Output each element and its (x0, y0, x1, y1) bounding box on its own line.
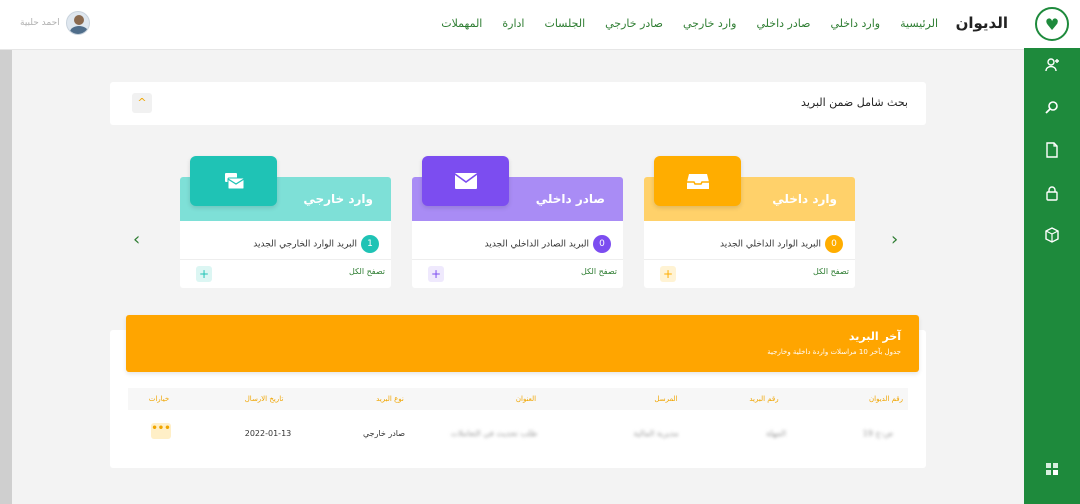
card-line-text: البريد الوارد الداخلي الجديد (720, 239, 821, 250)
cell-type: صادر خارجي (362, 429, 406, 438)
view-all-link[interactable]: تصفح الكل (581, 267, 617, 276)
card-internal-incoming: وارد داخلي البريد الوارد الداخلي الجديد 0… (644, 156, 855, 288)
grid-icon[interactable] (1044, 462, 1060, 478)
carousel-next-arrow[interactable]: › (891, 229, 898, 250)
card-line-text: البريد الصادر الداخلي الجديد (484, 239, 589, 250)
latest-mail-subtitle: جدول بآخر 10 مراسلات واردة داخلية وخارجي… (767, 348, 901, 356)
table-row[interactable]: ص-ج 19 المهلة مديرية المالية طلب تحديث ف… (128, 423, 908, 447)
card-divider (180, 259, 391, 260)
add-button[interactable]: + (428, 266, 444, 282)
card-divider (412, 259, 623, 260)
col-options: خيارات (148, 395, 170, 403)
inbox-icon (654, 156, 741, 206)
right-sidebar: ♥ (1024, 0, 1080, 504)
nav-admin[interactable]: ادارة (502, 17, 524, 30)
box-icon[interactable] (1044, 227, 1060, 243)
user-menu[interactable]: احمد حلبية (20, 11, 90, 35)
col-date: تاريخ الارسال (244, 395, 284, 403)
col-mail-no: رقم البريد (749, 395, 779, 403)
count-badge: 1 (361, 235, 379, 253)
count-badge: 0 (825, 235, 843, 253)
nav-internal-outgoing[interactable]: صادر داخلي (757, 17, 811, 30)
add-user-icon[interactable] (1044, 57, 1060, 73)
card-line-text: البريد الوارد الخارجي الجديد (253, 239, 357, 250)
main-nav: الرئيسية وارد داخلي صادر داخلي وارد خارج… (441, 17, 938, 30)
card-title: وارد خارجي (303, 192, 373, 206)
card-divider (644, 259, 855, 260)
nav-home[interactable]: الرئيسية (900, 17, 938, 30)
user-name: احمد حلبية (20, 18, 60, 28)
col-diwan-no: رقم الديوان (868, 395, 904, 403)
card-external-incoming: وارد خارجي البريد الوارد الخارجي الجديد 1… (180, 156, 391, 288)
view-all-link[interactable]: تصفح الكل (349, 267, 385, 276)
col-sender: المرسل (654, 395, 678, 403)
nav-sessions[interactable]: الجلسات (544, 17, 585, 30)
envelope-icon (422, 156, 509, 206)
nav-internal-incoming[interactable]: وارد داخلي (830, 17, 880, 30)
card-internal-outgoing: صادر داخلي البريد الصادر الداخلي الجديد 0… (412, 156, 623, 288)
search-panel: بحث شامل ضمن البريد ^ (110, 82, 926, 125)
search-panel-title: بحث شامل ضمن البريد (801, 96, 908, 109)
cell-date: 2022-01-13 (244, 429, 292, 438)
card-title: وارد داخلي (772, 192, 837, 206)
card-line: البريد الصادر الداخلي الجديد 0 (485, 235, 611, 253)
cell-sender: مديرية المالية (633, 429, 679, 438)
nav-external-incoming[interactable]: وارد خارجي (683, 17, 737, 30)
document-icon[interactable] (1044, 142, 1060, 158)
nav-external-outgoing[interactable]: صادر خارجي (605, 17, 663, 30)
mail-table-header: رقم الديوان رقم البريد المرسل العنوان نو… (128, 388, 908, 410)
cell-subject: طلب تحديث في التعاملات (450, 429, 538, 438)
card-line: البريد الوارد الداخلي الجديد 0 (720, 235, 843, 253)
avatar[interactable] (65, 11, 90, 35)
logo-box: ♥ (1024, 0, 1080, 48)
top-navbar: الديوان الرئيسية وارد داخلي صادر داخلي و… (0, 0, 1024, 50)
search-key-icon[interactable] (1044, 99, 1060, 115)
page-left-strip (0, 50, 12, 504)
app-logo: ♥ (1035, 7, 1069, 41)
add-button[interactable]: + (196, 266, 212, 282)
row-options-button[interactable]: ••• (151, 423, 171, 439)
add-button[interactable]: + (660, 266, 676, 282)
card-line: البريد الوارد الخارجي الجديد 1 (253, 235, 379, 253)
carousel-prev-arrow[interactable]: ‹ (133, 229, 140, 250)
count-badge: 0 (593, 235, 611, 253)
latest-mail-title: آخر البريد (848, 330, 901, 343)
lock-icon[interactable] (1044, 185, 1060, 201)
brand-title[interactable]: الديوان (956, 14, 1008, 32)
latest-mail-banner: آخر البريد جدول بآخر 10 مراسلات واردة دا… (126, 315, 919, 372)
col-subject: العنوان (515, 395, 537, 403)
view-all-link[interactable]: تصفح الكل (813, 267, 849, 276)
card-title: صادر داخلي (535, 192, 605, 206)
mailbox-icon (190, 156, 277, 206)
nav-trash[interactable]: المهملات (441, 17, 482, 30)
cell-mail-no: المهلة (766, 429, 786, 438)
cell-diwan-no: ص-ج 19 (862, 429, 894, 438)
col-type: نوع البريد (376, 395, 404, 403)
collapse-toggle-button[interactable]: ^ (132, 93, 152, 113)
